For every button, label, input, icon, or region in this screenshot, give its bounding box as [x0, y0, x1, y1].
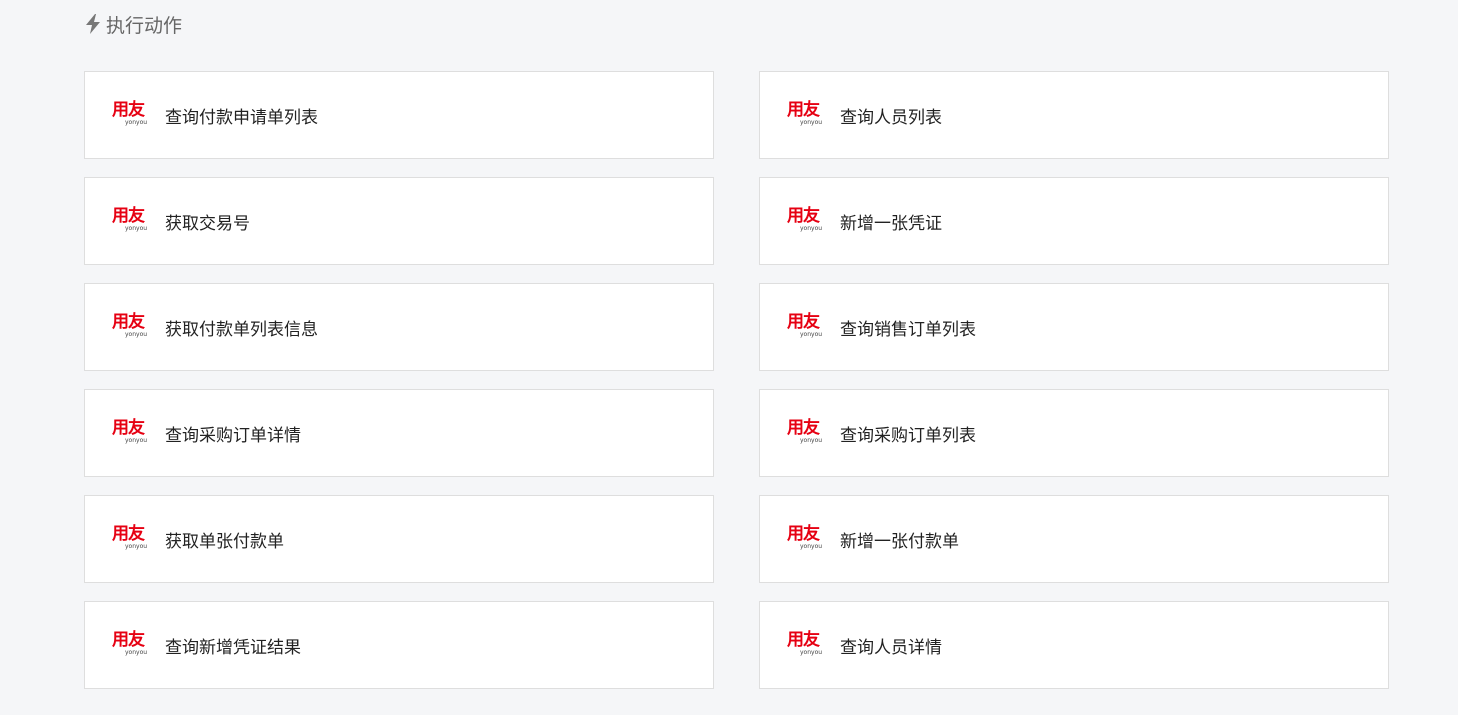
action-card[interactable]: 用友 yonyou 获取付款单列表信息 — [84, 283, 714, 371]
action-card[interactable]: 用友 yonyou 获取交易号 — [84, 177, 714, 265]
action-label: 新增一张付款单 — [840, 531, 959, 552]
yonyou-logo-icon: 用友 yonyou — [787, 524, 823, 550]
action-label: 查询采购订单列表 — [840, 425, 976, 446]
action-label: 查询采购订单详情 — [165, 425, 301, 446]
action-label: 获取付款单列表信息 — [165, 319, 318, 340]
yonyou-logo-icon: 用友 yonyou — [112, 100, 148, 126]
yonyou-logo-icon: 用友 yonyou — [787, 312, 823, 338]
action-card[interactable]: 用友 yonyou 新增一张付款单 — [759, 495, 1389, 583]
yonyou-logo-icon: 用友 yonyou — [112, 206, 148, 232]
action-label: 查询销售订单列表 — [840, 319, 976, 340]
action-label: 查询人员列表 — [840, 107, 942, 128]
yonyou-logo-icon: 用友 yonyou — [112, 630, 148, 656]
yonyou-logo-icon: 用友 yonyou — [112, 312, 148, 338]
action-label: 查询新增凭证结果 — [165, 637, 301, 658]
yonyou-logo-icon: 用友 yonyou — [787, 418, 823, 444]
action-grid: 用友 yonyou 查询付款申请单列表 用友 yonyou 查询人员列表 用友 … — [84, 71, 1389, 689]
section-title: 执行动作 — [106, 14, 183, 37]
action-label: 获取交易号 — [165, 213, 250, 234]
action-card[interactable]: 用友 yonyou 新增一张凭证 — [759, 177, 1389, 265]
action-card[interactable]: 用友 yonyou 查询采购订单列表 — [759, 389, 1389, 477]
yonyou-logo-icon: 用友 yonyou — [787, 630, 823, 656]
lightning-icon — [84, 14, 102, 34]
action-label: 查询付款申请单列表 — [165, 107, 318, 128]
action-card[interactable]: 用友 yonyou 查询采购订单详情 — [84, 389, 714, 477]
section-header: 执行动作 — [84, 10, 182, 38]
yonyou-logo-icon: 用友 yonyou — [787, 206, 823, 232]
action-label: 新增一张凭证 — [840, 213, 942, 234]
yonyou-logo-icon: 用友 yonyou — [112, 524, 148, 550]
action-card[interactable]: 用友 yonyou 查询人员详情 — [759, 601, 1389, 689]
action-card[interactable]: 用友 yonyou 获取单张付款单 — [84, 495, 714, 583]
action-label: 查询人员详情 — [840, 637, 942, 658]
yonyou-logo-icon: 用友 yonyou — [112, 418, 148, 444]
action-label: 获取单张付款单 — [165, 531, 284, 552]
action-card[interactable]: 用友 yonyou 查询销售订单列表 — [759, 283, 1389, 371]
action-card[interactable]: 用友 yonyou 查询人员列表 — [759, 71, 1389, 159]
yonyou-logo-icon: 用友 yonyou — [787, 100, 823, 126]
action-card[interactable]: 用友 yonyou 查询新增凭证结果 — [84, 601, 714, 689]
action-card[interactable]: 用友 yonyou 查询付款申请单列表 — [84, 71, 714, 159]
